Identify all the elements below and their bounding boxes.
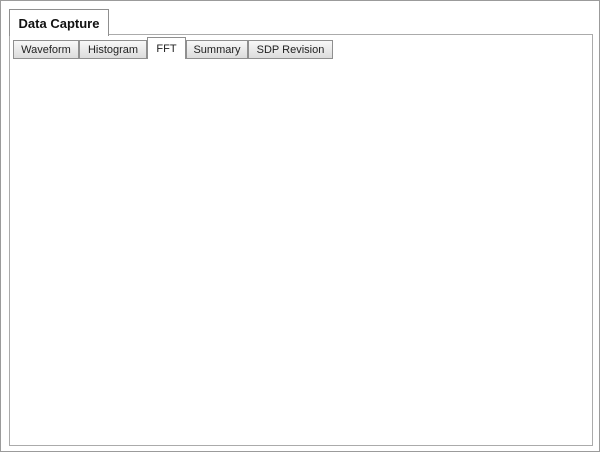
tab-fft[interactable]: FFT (147, 37, 186, 59)
tab-waveform[interactable]: Waveform (13, 40, 79, 59)
tab-page (9, 34, 593, 446)
tab-summary[interactable]: Summary (186, 40, 248, 59)
app-window: Data Capture Waveform Histogram FFT Summ… (0, 0, 600, 452)
tab-histogram[interactable]: Histogram (79, 40, 147, 59)
tab-sdp-revision[interactable]: SDP Revision (248, 40, 333, 59)
tab-data-capture[interactable]: Data Capture (9, 9, 109, 36)
